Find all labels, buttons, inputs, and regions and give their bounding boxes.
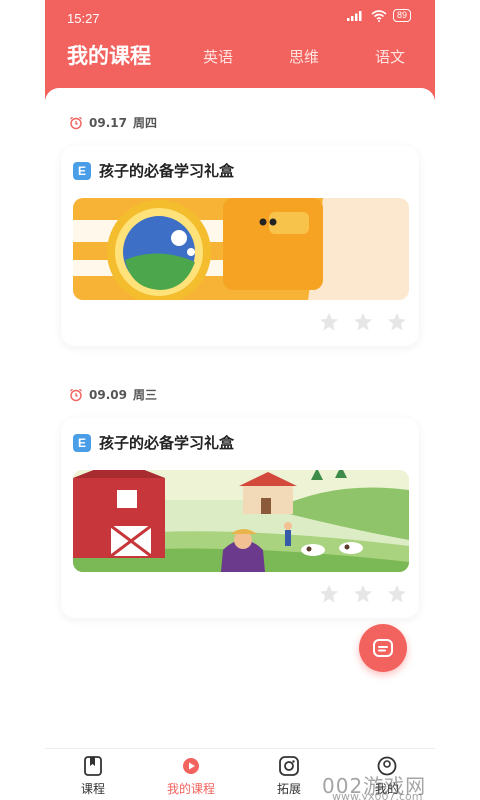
status-icons: 89 [346,9,411,22]
watermark-url: www.yx007.com [332,790,423,800]
lesson-title: 孩子的必备学习礼盒 [99,434,235,452]
lesson-title: 孩子的必备学习礼盒 [99,162,235,180]
tab-chinese[interactable]: 语文 [375,46,405,67]
lesson-weekday: 周三 [132,388,157,402]
english-badge-icon: E [73,161,91,180]
lesson-card[interactable]: E 孩子的必备学习礼盒 [61,146,419,346]
nav-item-my-courses[interactable]: 我的课程 [151,755,231,797]
star-icon [354,585,372,603]
star-rating [319,584,407,604]
alarm-clock-icon [70,116,82,129]
status-bar: 15:27 89 [45,0,435,34]
star-icon [388,313,406,331]
star-icon [354,313,372,331]
lesson-date-row: 09.09 周三 [69,386,157,403]
star-rating [319,312,407,332]
tab-thinking[interactable]: 思维 [289,46,319,67]
lesson-date-row: 09.17 周四 [69,114,157,131]
app-screen: 15:27 89 我的课程 英语 思维 语文 09.17 周四 E 孩子的必备学… [45,0,435,800]
expand-icon [279,756,299,776]
english-badge-icon: E [73,433,91,452]
nav-label: 拓展 [276,782,301,796]
book-icon [84,756,102,776]
chat-icon [373,639,393,657]
lesson-card[interactable]: E 孩子的必备学习礼盒 [61,418,419,618]
nav-label: 我的课程 [166,782,215,796]
course-tabs: 我的课程 英语 思维 语文 [45,38,435,78]
lesson-weekday: 周四 [132,116,157,130]
star-icon [320,313,338,331]
battery-indicator: 89 [392,9,411,22]
lesson-banner-camera [73,198,409,300]
lesson-title-row: E 孩子的必备学习礼盒 [73,160,234,181]
header: 15:27 89 我的课程 英语 思维 语文 [45,0,435,100]
alarm-clock-icon [70,388,82,401]
star-icon [320,585,338,603]
play-icon [183,758,199,774]
nav-label: 课程 [80,782,105,796]
lesson-title-row: E 孩子的必备学习礼盒 [73,432,234,453]
lesson-date: 09.17 [89,115,127,130]
chat-fab-button[interactable] [359,624,407,672]
wifi-icon [371,9,387,22]
lesson-banner-farm [73,470,409,572]
nav-item-expand[interactable]: 拓展 [249,755,329,797]
signal-icon [346,11,362,21]
star-icon [388,585,406,603]
tab-english[interactable]: 英语 [203,46,233,67]
status-time: 15:27 [67,11,100,26]
lesson-date: 09.09 [89,387,127,402]
nav-item-courses[interactable]: 课程 [53,755,133,797]
tab-my-courses[interactable]: 我的课程 [67,40,151,70]
